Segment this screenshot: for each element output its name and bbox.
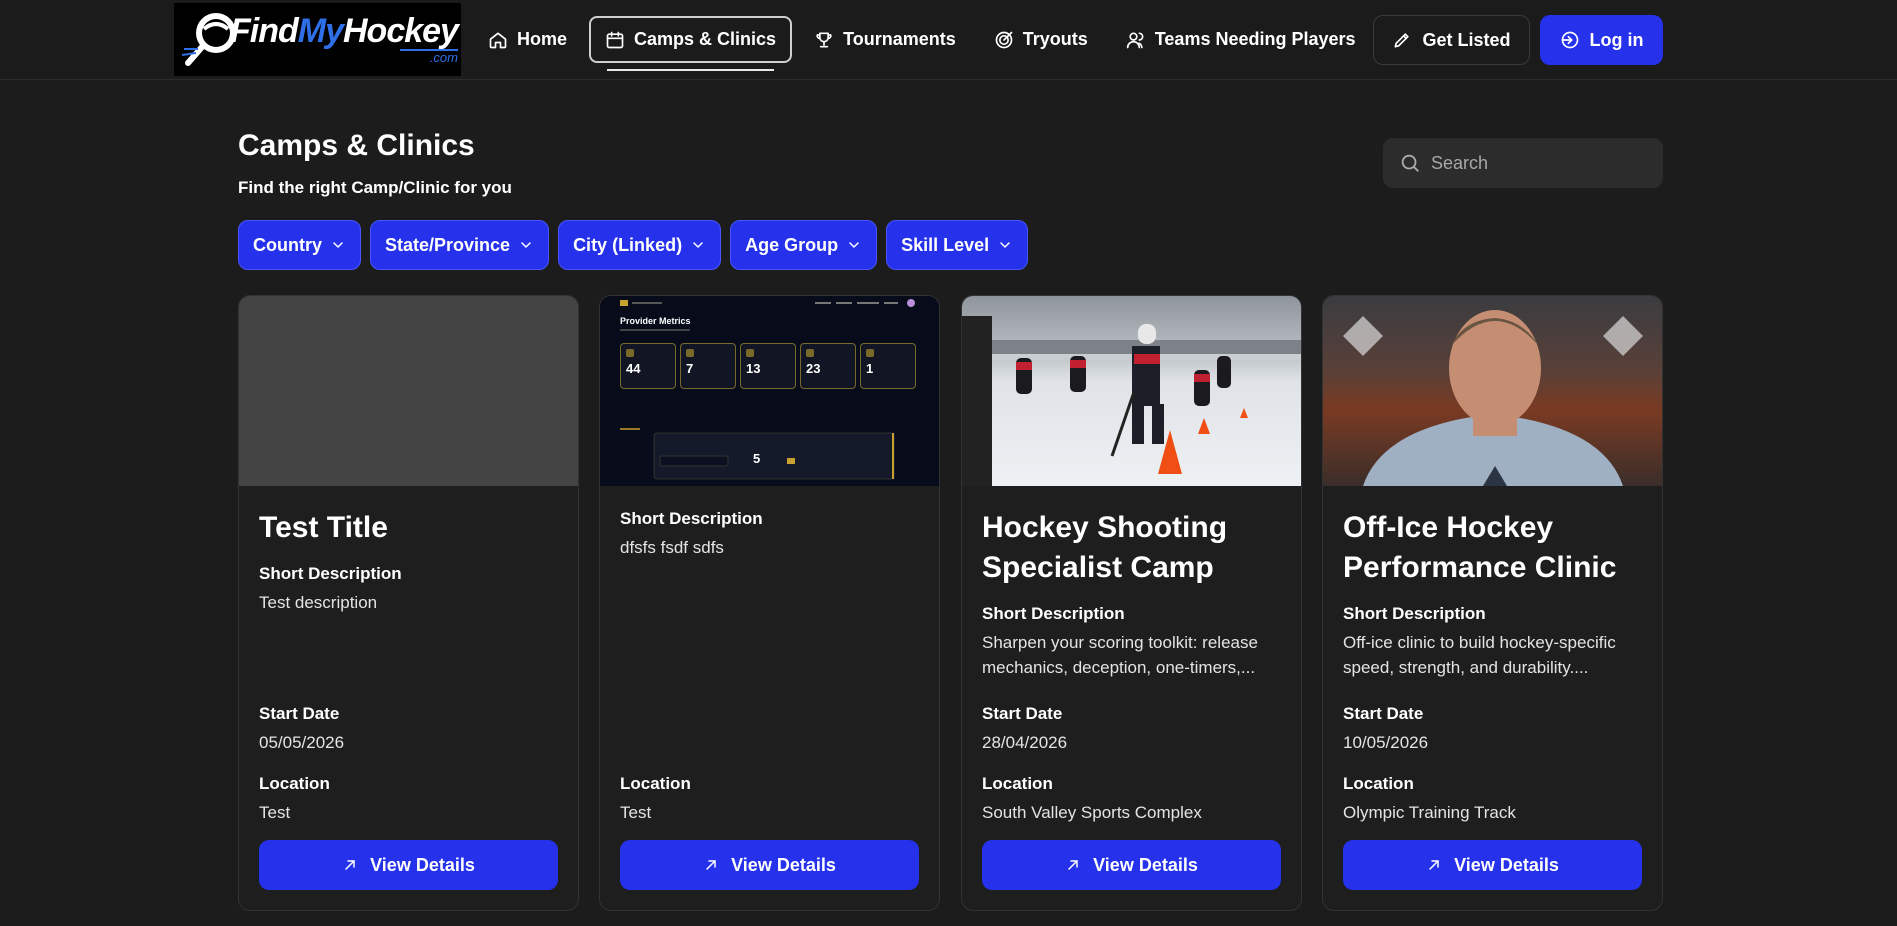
nav-camps-clinics[interactable]: Camps & Clinics <box>589 16 793 71</box>
card-description: Test description <box>259 593 378 612</box>
filter-country[interactable]: Country <box>238 220 361 270</box>
arrow-up-right-icon <box>1429 860 1439 870</box>
card-start-date: 10/05/2026 <box>1343 733 1429 752</box>
logo-wordmark: FindMyHockey <box>230 12 459 50</box>
card-image-hockey-players <box>962 296 1301 486</box>
start-date-label: Start Date <box>259 704 340 723</box>
nav-label: Tournaments <box>843 29 956 49</box>
card-description: Sharpen your scoring toolkit: release me… <box>982 633 1258 677</box>
short-description-label: Short Description <box>259 564 402 583</box>
card-image-coach-portrait <box>1323 296 1662 486</box>
search-icon <box>1401 154 1419 172</box>
log-in-icon <box>1561 31 1578 49</box>
card-description: Off-ice clinic to build hockey-specific … <box>1343 633 1616 677</box>
top-header: FindMyHockey .com Home Camps & Clinics T… <box>0 0 1897 80</box>
short-description-label: Short Description <box>982 604 1125 623</box>
camp-card[interactable]: Provider Metrics 44 7 13 23 1 5 Short De… <box>599 295 940 911</box>
nav-label: Camps & Clinics <box>634 29 777 49</box>
trophy-icon <box>816 32 832 48</box>
view-details-button[interactable]: View Details <box>620 840 919 890</box>
location-label: Location <box>1343 774 1414 793</box>
search-box[interactable] <box>1383 138 1663 188</box>
short-description-label: Short Description <box>620 509 763 528</box>
filter-bar: Country State/Province City (Linked) Age… <box>238 220 1029 270</box>
logo-domain: .com <box>399 49 458 65</box>
card-title: Hockey Shooting Specialist Camp <box>982 511 1228 584</box>
camp-card[interactable]: Test Title Short Description Test descri… <box>238 295 579 911</box>
target-icon <box>995 31 1013 48</box>
card-location: Test <box>259 803 291 822</box>
chevron-down-icon <box>849 242 859 248</box>
chevron-down-icon <box>1000 242 1010 248</box>
card-start-date: 05/05/2026 <box>259 733 345 752</box>
camp-card[interactable]: Hockey Shooting Specialist Camp Short De… <box>961 295 1302 911</box>
chevron-down-icon <box>521 242 531 248</box>
nav-home[interactable]: Home <box>472 16 583 63</box>
chevron-down-icon <box>333 242 343 248</box>
log-in-button[interactable]: Log in <box>1540 15 1663 65</box>
main-nav: Home Camps & Clinics Tournaments Tryouts… <box>472 16 1378 71</box>
get-listed-button[interactable]: Get Listed <box>1373 15 1530 65</box>
metric-tile: 7 <box>680 343 736 389</box>
card-image-placeholder <box>239 296 578 486</box>
filter-state-province[interactable]: State/Province <box>370 220 550 270</box>
short-description-label: Short Description <box>1343 604 1486 623</box>
pencil-icon <box>1394 33 1410 48</box>
location-label: Location <box>620 774 691 793</box>
start-date-label: Start Date <box>1343 704 1424 723</box>
nav-label: Teams Needing Players <box>1154 29 1356 49</box>
metric-tile: 44 <box>620 343 676 389</box>
arrow-up-right-icon <box>345 860 355 870</box>
start-date-label: Start Date <box>982 704 1063 723</box>
location-label: Location <box>259 774 330 793</box>
filter-skill-level[interactable]: Skill Level <box>886 220 1029 270</box>
page-subtitle: Find the right Camp/Clinic for you <box>238 178 512 197</box>
card-image-provider-metrics: Provider Metrics 44 7 13 23 1 5 <box>600 296 939 486</box>
metric-tile: 23 <box>800 343 856 389</box>
metric-tile: 13 <box>740 343 796 389</box>
findmyhockey-logo[interactable]: FindMyHockey .com <box>174 3 461 76</box>
metric-tile: 1 <box>860 343 916 389</box>
card-location: South Valley Sports Complex <box>982 803 1202 822</box>
view-details-button[interactable]: View Details <box>1343 840 1642 890</box>
card-title: Test Title <box>259 511 388 544</box>
filter-age-group[interactable]: Age Group <box>730 220 878 270</box>
card-title: Off-Ice Hockey Performance Clinic <box>1343 511 1617 584</box>
card-location: Olympic Training Track <box>1343 803 1516 822</box>
camp-card[interactable]: Off-Ice Hockey Performance Clinic Short … <box>1322 295 1663 911</box>
chevron-down-icon <box>693 242 703 248</box>
arrow-up-right-icon <box>1068 860 1078 870</box>
nav-label: Tryouts <box>1022 29 1088 49</box>
search-input[interactable] <box>1431 152 1641 174</box>
hockey-puck-icon <box>181 9 244 71</box>
thumb-heading: Provider Metrics <box>620 316 691 326</box>
card-location: Test <box>620 803 652 822</box>
card-description: dfsfs fsdf sdfs <box>620 538 724 557</box>
calendar-icon <box>606 31 624 48</box>
nav-tryouts[interactable]: Tryouts <box>978 16 1104 63</box>
arrow-up-right-icon <box>706 860 716 870</box>
card-start-date: 28/04/2026 <box>982 733 1068 752</box>
view-details-button[interactable]: View Details <box>982 840 1281 890</box>
nav-label: Home <box>517 29 568 49</box>
thumb-stat: 5 <box>753 451 761 466</box>
nav-teams-needing-players[interactable]: Teams Needing Players <box>1110 16 1372 63</box>
filter-city[interactable]: City (Linked) <box>558 220 722 270</box>
view-details-button[interactable]: View Details <box>259 840 558 890</box>
users-icon <box>1126 31 1144 48</box>
home-icon <box>489 32 507 48</box>
nav-tournaments[interactable]: Tournaments <box>798 16 972 63</box>
location-label: Location <box>982 774 1053 793</box>
page-title: Camps & Clinics <box>238 129 475 162</box>
